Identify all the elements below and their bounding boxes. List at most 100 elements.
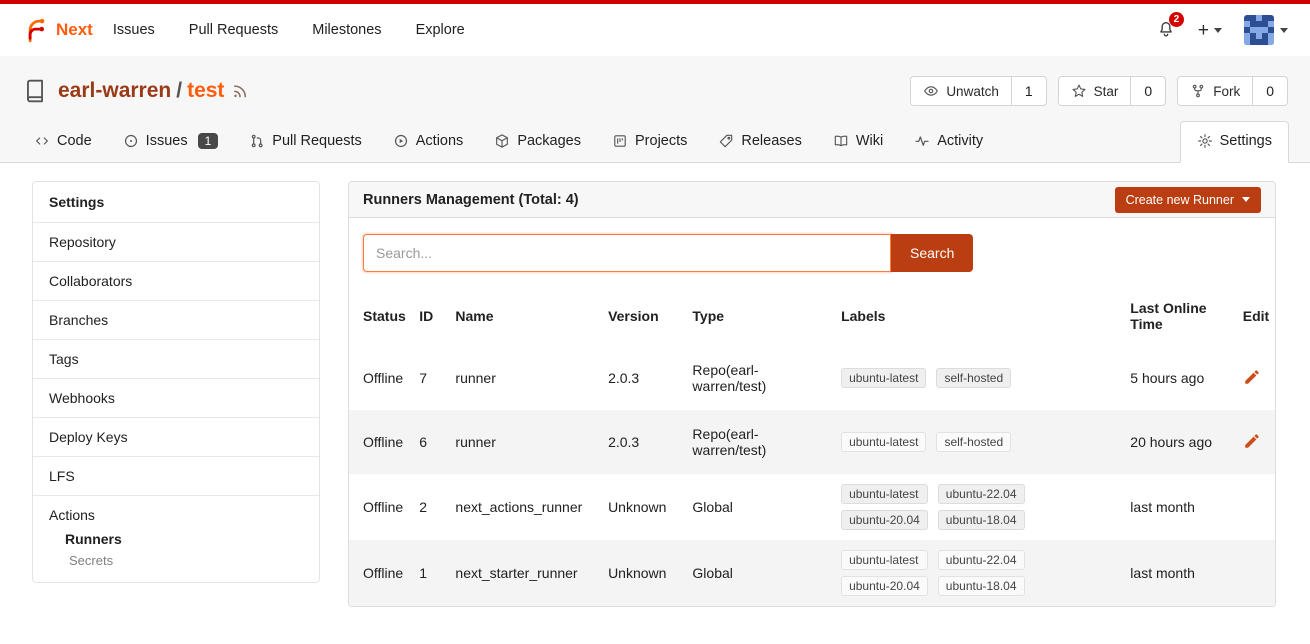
repo-owner-link[interactable]: earl-warren	[58, 79, 171, 103]
notifications-button[interactable]: 2	[1156, 19, 1176, 42]
header-version: Version	[600, 284, 684, 346]
page-content: Settings Repository Collaborators Branch…	[0, 163, 1310, 607]
tab-pull-requests-label: Pull Requests	[272, 133, 361, 149]
fork-button[interactable]: Fork	[1178, 77, 1252, 105]
tab-pull-requests[interactable]: Pull Requests	[247, 122, 363, 162]
runner-id: 6	[411, 410, 447, 474]
sidebar-item-collaborators[interactable]: Collaborators	[33, 262, 319, 301]
table-row: Offline 2 next_actions_runner Unknown Gl…	[349, 474, 1275, 540]
chevron-down-icon	[1242, 197, 1250, 202]
label-chip: ubuntu-latest	[841, 484, 928, 504]
label-chip: ubuntu-latest	[841, 368, 926, 388]
chevron-down-icon	[1280, 28, 1288, 33]
sidebar-item-branches[interactable]: Branches	[33, 301, 319, 340]
forgejo-logo-icon	[22, 17, 48, 43]
tab-wiki-label: Wiki	[856, 133, 883, 149]
runner-last-online: last month	[1122, 540, 1234, 606]
tab-actions-label: Actions	[416, 133, 464, 149]
tab-code[interactable]: Code	[32, 122, 94, 162]
edit-runner-button[interactable]	[1243, 368, 1261, 389]
project-board-icon	[612, 133, 628, 149]
runner-type: Global	[684, 474, 833, 540]
forks-count[interactable]: 0	[1252, 77, 1287, 105]
runner-version: Unknown	[600, 474, 684, 540]
sidebar-item-lfs[interactable]: LFS	[33, 457, 319, 496]
create-new-menu-button[interactable]: +	[1198, 21, 1222, 40]
main-navbar: Next Issues Pull Requests Milestones Exp…	[0, 4, 1310, 56]
runner-type: Repo(earl-warren/test)	[684, 410, 833, 474]
header-type: Type	[684, 284, 833, 346]
header-status: Status	[349, 284, 411, 346]
header-labels: Labels	[833, 284, 1122, 346]
table-row: Offline 6 runner 2.0.3 Repo(earl-warren/…	[349, 410, 1275, 474]
search-input[interactable]	[363, 234, 891, 272]
issue-icon	[123, 133, 139, 149]
label-chip: self-hosted	[936, 432, 1011, 452]
runner-type: Global	[684, 540, 833, 606]
brand-home-link[interactable]: Next	[22, 17, 93, 43]
tab-activity[interactable]: Activity	[912, 122, 985, 162]
tab-packages[interactable]: Packages	[492, 122, 583, 162]
pencil-icon	[1243, 432, 1261, 450]
tab-actions[interactable]: Actions	[391, 122, 466, 162]
sidebar-actions-label[interactable]: Actions	[49, 507, 303, 523]
repo-title-row: earl-warren / test Unwatch 1	[0, 72, 1310, 120]
tab-releases[interactable]: Releases	[716, 122, 803, 162]
nav-link-pull-requests[interactable]: Pull Requests	[189, 22, 278, 38]
tab-activity-label: Activity	[937, 133, 983, 149]
tab-settings[interactable]: Settings	[1180, 121, 1289, 163]
chevron-down-icon	[1214, 28, 1222, 33]
code-icon	[34, 133, 50, 149]
rss-icon[interactable]	[231, 82, 249, 100]
header-last-online: Last Online Time	[1122, 284, 1234, 346]
runner-version: 2.0.3	[600, 410, 684, 474]
tab-issues[interactable]: Issues 1	[121, 122, 221, 162]
stars-count[interactable]: 0	[1130, 77, 1165, 105]
runner-id: 2	[411, 474, 447, 540]
nav-link-milestones[interactable]: Milestones	[312, 22, 381, 38]
runners-panel: Runners Management (Total: 4) Create new…	[348, 181, 1276, 607]
repo-name-link[interactable]: test	[187, 79, 224, 103]
pull-request-icon	[249, 133, 265, 149]
watch-button-group: Unwatch 1	[910, 76, 1046, 106]
sidebar-item-webhooks[interactable]: Webhooks	[33, 379, 319, 418]
runner-last-online: 20 hours ago	[1122, 410, 1234, 474]
sidebar-subitem-secrets[interactable]: Secrets	[69, 553, 303, 568]
runner-type: Repo(earl-warren/test)	[684, 346, 833, 410]
search-row: Search	[349, 218, 1275, 284]
runner-status: Offline	[349, 346, 411, 410]
nav-link-issues[interactable]: Issues	[113, 22, 155, 38]
tab-wiki[interactable]: Wiki	[831, 122, 885, 162]
runners-table: Status ID Name Version Type Labels Last …	[349, 284, 1275, 606]
repo-tabs: Code Issues 1 Pull Requests Actions Pack…	[0, 120, 1310, 162]
sidebar-item-repository[interactable]: Repository	[33, 223, 319, 262]
user-menu-button[interactable]	[1244, 15, 1288, 45]
notification-count-badge: 2	[1169, 12, 1184, 27]
runner-status: Offline	[349, 540, 411, 606]
runner-last-online: 5 hours ago	[1122, 346, 1234, 410]
runner-last-online: last month	[1122, 474, 1234, 540]
runner-edit-cell	[1235, 474, 1275, 540]
search-button[interactable]: Search	[891, 234, 973, 272]
edit-runner-button[interactable]	[1243, 432, 1261, 453]
table-row: Offline 7 runner 2.0.3 Repo(earl-warren/…	[349, 346, 1275, 410]
sidebar-item-actions[interactable]: Actions Runners Secrets	[33, 496, 319, 582]
unwatch-button[interactable]: Unwatch	[911, 77, 1011, 105]
pencil-icon	[1243, 368, 1261, 386]
create-new-runner-button[interactable]: Create new Runner	[1115, 187, 1261, 213]
star-button[interactable]: Star	[1059, 77, 1131, 105]
tab-projects[interactable]: Projects	[610, 122, 689, 162]
sidebar-subitem-runners[interactable]: Runners	[65, 531, 303, 547]
star-icon	[1071, 83, 1087, 99]
header-edit: Edit	[1235, 284, 1275, 346]
runner-name: runner	[447, 346, 600, 410]
tag-icon	[718, 133, 734, 149]
runner-name: next_starter_runner	[447, 540, 600, 606]
sidebar-item-deploy-keys[interactable]: Deploy Keys	[33, 418, 319, 457]
unwatch-label: Unwatch	[946, 84, 999, 99]
watchers-count[interactable]: 1	[1011, 77, 1046, 105]
nav-links: Issues Pull Requests Milestones Explore	[113, 22, 465, 38]
tab-code-label: Code	[57, 133, 92, 149]
sidebar-item-tags[interactable]: Tags	[33, 340, 319, 379]
nav-link-explore[interactable]: Explore	[416, 22, 465, 38]
